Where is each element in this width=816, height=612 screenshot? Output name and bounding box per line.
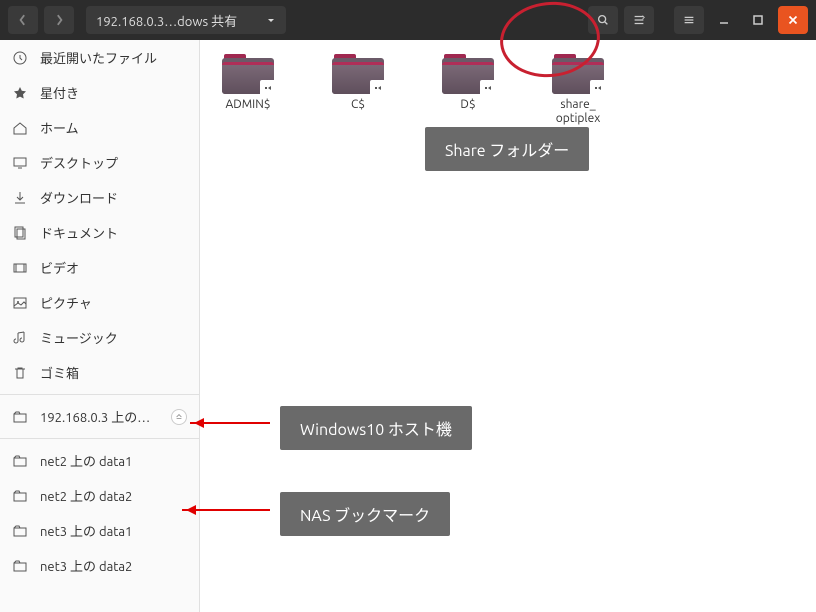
search-button[interactable] bbox=[588, 6, 618, 34]
network-folder-icon bbox=[12, 409, 28, 425]
sidebar-label: デスクトップ bbox=[40, 153, 118, 172]
sidebar-separator bbox=[0, 394, 199, 395]
clock-icon bbox=[12, 50, 28, 66]
nav-forward-button[interactable] bbox=[44, 6, 74, 34]
sidebar-item-trash[interactable]: ゴミ箱 bbox=[0, 355, 199, 390]
sidebar-label: net3 上の data1 bbox=[40, 521, 132, 540]
network-share-folder-icon bbox=[222, 52, 274, 94]
sidebar-item-network-mount[interactable]: 192.168.0.3 上の… bbox=[0, 399, 199, 434]
sidebar-item-starred[interactable]: 星付き bbox=[0, 75, 199, 110]
sidebar-item-bookmark[interactable]: net3 上の data2 bbox=[0, 548, 199, 583]
annotation-windows-host: Windows10 ホスト機 bbox=[280, 406, 472, 450]
sidebar-label: ドキュメント bbox=[40, 223, 118, 242]
sidebar-label: net2 上の data2 bbox=[40, 486, 132, 505]
sidebar-label: net2 上の data1 bbox=[40, 451, 132, 470]
folder-d-share[interactable]: D$ bbox=[428, 52, 508, 127]
sidebar-item-documents[interactable]: ドキュメント bbox=[0, 215, 199, 250]
sidebar-label: 星付き bbox=[40, 83, 79, 102]
maximize-button[interactable] bbox=[744, 6, 772, 34]
sidebar-item-recent[interactable]: 最近開いたファイル bbox=[0, 40, 199, 75]
sidebar-item-bookmark[interactable]: net2 上の data2 bbox=[0, 478, 199, 513]
sidebar-label: ダウンロード bbox=[40, 188, 118, 207]
annotation-arrow bbox=[190, 422, 270, 424]
icon-grid: ADMIN$ C$ D$ s bbox=[208, 52, 808, 127]
sidebar-separator bbox=[0, 438, 199, 439]
close-icon bbox=[786, 13, 800, 27]
sidebar: 最近開いたファイル 星付き ホーム デスクトップ ダウンロード ドキュメント ビ… bbox=[0, 40, 200, 612]
home-icon bbox=[12, 120, 28, 136]
sidebar-label: 192.168.0.3 上の… bbox=[40, 407, 150, 426]
sidebar-item-bookmark[interactable]: net3 上の data1 bbox=[0, 513, 199, 548]
path-bar[interactable]: 192.168.0.3…dows 共有 bbox=[86, 6, 286, 34]
search-icon bbox=[596, 13, 610, 27]
network-share-folder-icon bbox=[442, 52, 494, 94]
sidebar-label: net3 上の data2 bbox=[40, 556, 132, 575]
folder-share-optiplex[interactable]: share_ optiplex bbox=[538, 52, 618, 127]
chevron-right-icon bbox=[53, 14, 65, 26]
minimize-icon bbox=[718, 14, 730, 26]
network-folder-icon bbox=[12, 523, 28, 539]
documents-icon bbox=[12, 225, 28, 241]
maximize-icon bbox=[752, 14, 764, 26]
network-folder-icon bbox=[12, 453, 28, 469]
sidebar-item-pictures[interactable]: ピクチャ bbox=[0, 285, 199, 320]
sidebar-item-downloads[interactable]: ダウンロード bbox=[0, 180, 199, 215]
nav-back-button[interactable] bbox=[8, 6, 38, 34]
annotation-share-folder: Share フォルダー bbox=[425, 127, 589, 171]
eject-button[interactable] bbox=[171, 409, 187, 425]
sidebar-item-music[interactable]: ミュージック bbox=[0, 320, 199, 355]
chevron-left-icon bbox=[17, 14, 29, 26]
sidebar-label: ビデオ bbox=[40, 258, 79, 277]
sidebar-item-desktop[interactable]: デスクトップ bbox=[0, 145, 199, 180]
folder-c-share[interactable]: C$ bbox=[318, 52, 398, 127]
network-share-folder-icon bbox=[552, 52, 604, 94]
folder-admin-share[interactable]: ADMIN$ bbox=[208, 52, 288, 127]
sidebar-label: ピクチャ bbox=[40, 293, 92, 312]
video-icon bbox=[12, 260, 28, 276]
network-folder-icon bbox=[12, 558, 28, 574]
download-icon bbox=[12, 190, 28, 206]
network-folder-icon bbox=[12, 488, 28, 504]
sidebar-label: ミュージック bbox=[40, 328, 118, 347]
music-icon bbox=[12, 330, 28, 346]
view-list-button[interactable] bbox=[624, 6, 654, 34]
sidebar-label: ゴミ箱 bbox=[40, 363, 79, 382]
annotation-nas-bookmark: NAS ブックマーク bbox=[280, 492, 450, 536]
sidebar-label: ホーム bbox=[40, 118, 79, 137]
sidebar-item-home[interactable]: ホーム bbox=[0, 110, 199, 145]
folder-label: D$ bbox=[460, 98, 475, 112]
hamburger-icon bbox=[682, 13, 696, 27]
folder-label: ADMIN$ bbox=[225, 98, 270, 112]
trash-icon bbox=[12, 365, 28, 381]
path-text: 192.168.0.3…dows 共有 bbox=[96, 11, 237, 30]
close-button[interactable] bbox=[778, 6, 808, 34]
star-icon bbox=[12, 85, 28, 101]
titlebar: 192.168.0.3…dows 共有 bbox=[0, 0, 816, 40]
sidebar-label: 最近開いたファイル bbox=[40, 48, 157, 67]
sidebar-item-videos[interactable]: ビデオ bbox=[0, 250, 199, 285]
dropdown-triangle-icon bbox=[266, 15, 276, 25]
minimize-button[interactable] bbox=[710, 6, 738, 34]
sidebar-item-bookmark[interactable]: net2 上の data1 bbox=[0, 443, 199, 478]
folder-label: C$ bbox=[351, 98, 365, 112]
pictures-icon bbox=[12, 295, 28, 311]
network-share-folder-icon bbox=[332, 52, 384, 94]
desktop-icon bbox=[12, 155, 28, 171]
hamburger-menu-button[interactable] bbox=[674, 6, 704, 34]
list-icon bbox=[632, 13, 646, 27]
folder-label: share_ optiplex bbox=[556, 98, 601, 127]
annotation-arrow bbox=[182, 509, 270, 511]
